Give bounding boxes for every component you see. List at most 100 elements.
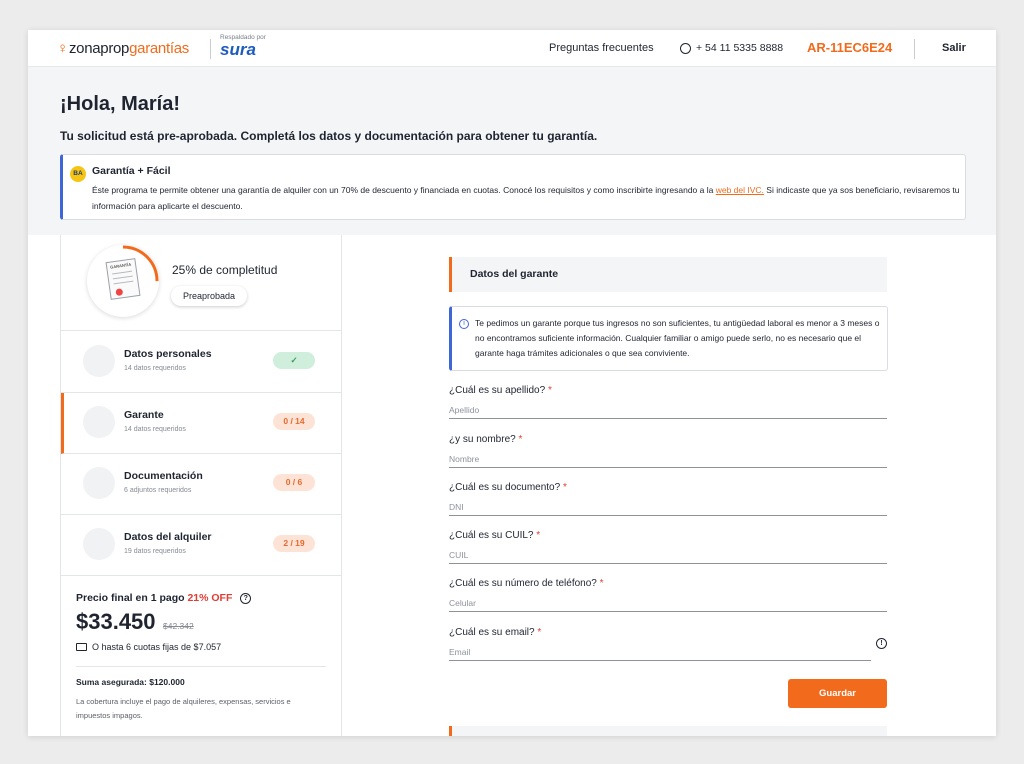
application-code: AR-11EC6E24 — [807, 40, 893, 55]
label-text: ¿Cuál es su apellido? — [449, 385, 546, 396]
app-window: ♀ zonaprop garantías Respaldado por sura… — [28, 30, 996, 736]
info-circle-icon: i — [459, 319, 469, 329]
field-email: ¿Cuál es su email? * — [449, 627, 871, 661]
field-label: ¿Cuál es su CUIL? * — [449, 530, 887, 541]
question-circle-icon[interactable]: ? — [240, 592, 252, 604]
greeting-subtitle: Tu solicitud está pre-aprobada. Completá… — [60, 129, 598, 143]
price-title: Precio final en 1 pago 21% OFF ? — [76, 592, 252, 604]
logo-divider — [210, 39, 211, 59]
step-progress-badge: 2 / 19 — [273, 535, 315, 552]
field-label: ¿Cuál es su email? * — [449, 627, 871, 638]
original-price: $42.342 — [163, 621, 194, 631]
progress-circle: GARANTÍA — [87, 245, 159, 317]
dni-input[interactable] — [449, 499, 887, 516]
step-title: Garante — [124, 409, 164, 421]
progress-card: GARANTÍA 25% de completitud Preaprobada — [61, 235, 341, 331]
step-subtitle: 14 datos requeridos — [124, 426, 186, 433]
phone-link[interactable]: + 54 11 5335 8888 — [680, 42, 783, 54]
apellido-input[interactable] — [449, 402, 887, 419]
info-text: Te pedimos un garante porque tus ingreso… — [475, 318, 880, 358]
step-documentacion[interactable]: Documentación 6 adjuntos requeridos 0 / … — [61, 454, 341, 515]
field-label: ¿Cuál es su apellido? * — [449, 385, 887, 396]
banner-title: Garantía + Fácil — [92, 165, 171, 177]
label-text: ¿Cuál es su CUIL? — [449, 530, 534, 541]
step-subtitle: 6 adjuntos requeridos — [124, 487, 192, 494]
label-text: ¿Cuál es su número de teléfono? — [449, 578, 597, 589]
brand-suffix: garantías — [129, 40, 189, 57]
email-input[interactable] — [449, 644, 871, 661]
installments-text: O hasta 6 cuotas fijas de $7.057 — [92, 642, 222, 652]
alert-circle-icon[interactable]: ! — [876, 638, 887, 649]
coverage-text: La cobertura incluye el pago de alquiler… — [76, 697, 291, 720]
nombre-input[interactable] — [449, 451, 887, 468]
step-progress-badge: 0 / 14 — [273, 413, 315, 430]
step-datos-alquiler[interactable]: Datos del alquiler 19 datos requeridos 2… — [61, 515, 341, 576]
main-content: GARANTÍA 25% de completitud Preaprobada … — [28, 235, 996, 736]
documents-icon — [83, 467, 115, 499]
info-notice: i Te pedimos un garante porque tus ingre… — [449, 306, 888, 371]
faq-link[interactable]: Preguntas frecuentes — [549, 42, 654, 54]
field-telefono: ¿Cuál es su número de teléfono? * — [449, 578, 887, 612]
required-mark: * — [599, 578, 604, 589]
phone-input[interactable] — [449, 595, 887, 612]
step-subtitle: 19 datos requeridos — [124, 548, 186, 555]
final-price: $33.450 — [76, 609, 156, 634]
next-section-header — [449, 726, 887, 736]
price-title-text: Precio final en 1 pago — [76, 592, 185, 604]
step-title: Datos del alquiler — [124, 531, 212, 543]
installments-info: O hasta 6 cuotas fijas de $7.057 — [76, 642, 221, 652]
person-icon — [83, 345, 115, 377]
section-title: Datos del garante — [470, 268, 559, 280]
step-progress-badge: 0 / 6 — [273, 474, 315, 491]
sura-wordmark: sura — [220, 40, 256, 59]
whatsapp-icon — [680, 42, 691, 54]
progress-sidebar: GARANTÍA 25% de completitud Preaprobada … — [60, 235, 342, 736]
cuil-input[interactable] — [449, 547, 887, 564]
step-subtitle: 14 datos requeridos — [124, 365, 186, 372]
field-label: ¿y su nombre? * — [449, 434, 887, 445]
house-key-icon — [83, 528, 115, 560]
logout-button[interactable]: Salir — [942, 42, 966, 54]
price-summary: Precio final en 1 pago 21% OFF ? $33.450… — [61, 576, 341, 736]
buenos-aires-logo-icon: BA — [70, 166, 86, 182]
discount-label: 21% OFF — [187, 592, 233, 604]
required-mark: * — [547, 385, 552, 396]
ivc-link[interactable]: web del IVC. — [716, 185, 764, 195]
step-garante[interactable]: Garante 14 datos requeridos 0 / 14 — [61, 393, 341, 454]
price-divider — [76, 666, 326, 667]
required-mark: * — [518, 434, 523, 445]
guarantee-document-icon: GARANTÍA — [105, 258, 141, 300]
field-documento: ¿Cuál es su documento? * — [449, 482, 887, 516]
field-label: ¿Cuál es su número de teléfono? * — [449, 578, 887, 589]
completion-percentage: 25% de completitud — [172, 263, 278, 277]
zonaprop-garantias-logo[interactable]: ♀ zonaprop garantías — [57, 40, 189, 57]
label-text: ¿y su nombre? — [449, 434, 516, 445]
step-datos-personales[interactable]: Datos personales 14 datos requeridos ✓ — [61, 332, 341, 393]
document-tag: GARANTÍA — [109, 261, 132, 270]
phone-number: + 54 11 5335 8888 — [696, 42, 784, 54]
status-badge: Preaprobada — [171, 286, 248, 306]
top-navigation-bar: ♀ zonaprop garantías Respaldado por sura… — [28, 30, 996, 67]
field-apellido: ¿Cuál es su apellido? * — [449, 385, 887, 419]
required-mark: * — [562, 482, 567, 493]
required-mark: * — [536, 530, 541, 541]
step-title: Datos personales — [124, 348, 212, 360]
banner-text: Éste programa te permite obtener una gar… — [92, 182, 962, 214]
handshake-icon — [83, 406, 115, 438]
field-label: ¿Cuál es su documento? * — [449, 482, 887, 493]
sura-logo: Respaldado por sura — [220, 34, 266, 60]
brand-prefix: zonaprop — [68, 40, 130, 57]
banner-text-before: Éste programa te permite obtener una gar… — [92, 185, 716, 195]
credit-card-icon — [76, 643, 87, 651]
field-nombre: ¿y su nombre? * — [449, 434, 887, 468]
greeting-title: ¡Hola, María! — [60, 93, 181, 115]
label-text: ¿Cuál es su documento? — [449, 482, 561, 493]
location-pin-icon: ♀ — [57, 40, 68, 57]
insured-amount: Suma asegurada: $120.000 — [76, 677, 185, 687]
section-header-garante: Datos del garante — [449, 257, 887, 292]
step-title: Documentación — [124, 470, 203, 482]
field-cuil: ¿Cuál es su CUIL? * — [449, 530, 887, 564]
nav-divider — [914, 39, 915, 59]
required-mark: * — [537, 627, 542, 638]
save-button[interactable]: Guardar — [788, 679, 887, 708]
